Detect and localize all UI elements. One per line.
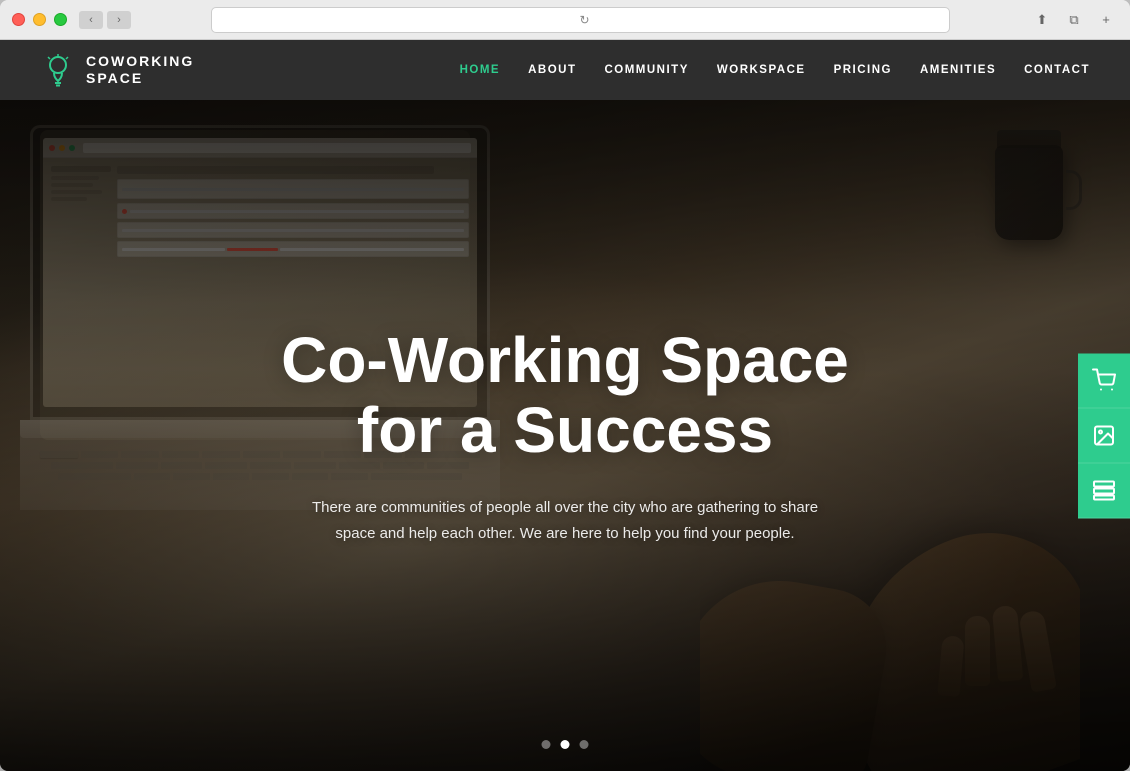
gallery-button[interactable] <box>1078 408 1130 463</box>
mac-window: ‹ › ↻ ⬆ ⧉ + <box>0 0 1130 771</box>
layers-button[interactable] <box>1078 463 1130 518</box>
url-bar[interactable]: ↻ <box>211 7 950 33</box>
gallery-icon <box>1092 423 1116 447</box>
side-toolbar <box>1078 353 1130 518</box>
hero-section: Co-Working Space for a Success There are… <box>0 100 1130 771</box>
logo-icon <box>40 52 76 88</box>
titlebar: ‹ › ↻ ⬆ ⧉ + <box>0 0 1130 40</box>
traffic-lights <box>12 13 67 26</box>
cart-icon <box>1092 368 1116 392</box>
sidebar-toggle-icon[interactable]: + <box>1094 11 1118 29</box>
fullscreen-button[interactable] <box>54 13 67 26</box>
close-button[interactable] <box>12 13 25 26</box>
website-content: COWORKING SPACE HOME ABOUT COMMUNITY WOR… <box>0 40 1130 771</box>
logo-text: COWORKING SPACE <box>86 53 194 87</box>
nav-item-pricing[interactable]: PRICING <box>834 64 892 76</box>
cart-button[interactable] <box>1078 353 1130 408</box>
hero-headline: Co-Working Space for a Success <box>281 325 849 466</box>
nav-item-amenities[interactable]: AMENITIES <box>920 64 996 76</box>
hero-headline-line1: Co-Working Space <box>281 324 849 396</box>
logo-name-top: COWORKING <box>86 53 194 70</box>
dot-1[interactable] <box>542 740 551 749</box>
share-icon[interactable]: ⬆ <box>1030 11 1054 29</box>
site-header: COWORKING SPACE HOME ABOUT COMMUNITY WOR… <box>0 40 1130 100</box>
nav-item-contact[interactable]: CONTACT <box>1024 64 1090 76</box>
nav-item-about[interactable]: ABOUT <box>528 64 576 76</box>
layers-icon <box>1092 478 1116 502</box>
logo-name-bottom: SPACE <box>86 70 194 87</box>
nav-item-home[interactable]: HOME <box>460 64 501 76</box>
dot-2[interactable] <box>561 740 570 749</box>
hero-slider-dots[interactable] <box>542 740 589 749</box>
nav-item-community[interactable]: COMMUNITY <box>604 64 688 76</box>
site-nav: HOME ABOUT COMMUNITY WORKSPACE PRICING A… <box>460 64 1090 76</box>
hero-content: Co-Working Space for a Success There are… <box>241 325 889 547</box>
hero-headline-line2: for a Success <box>357 394 773 466</box>
forward-button[interactable]: › <box>107 11 131 29</box>
minimize-button[interactable] <box>33 13 46 26</box>
dot-3[interactable] <box>580 740 589 749</box>
browser-nav-buttons: ‹ › <box>79 11 131 29</box>
tab-add-icon[interactable]: ⧉ <box>1062 11 1086 29</box>
back-button[interactable]: ‹ <box>79 11 103 29</box>
logo[interactable]: COWORKING SPACE <box>40 52 194 88</box>
hero-subtext: There are communities of people all over… <box>295 495 835 546</box>
nav-item-workspace[interactable]: WORKSPACE <box>717 64 806 76</box>
refresh-icon[interactable]: ↻ <box>579 13 589 27</box>
titlebar-right: ⬆ ⧉ + <box>1030 11 1118 29</box>
